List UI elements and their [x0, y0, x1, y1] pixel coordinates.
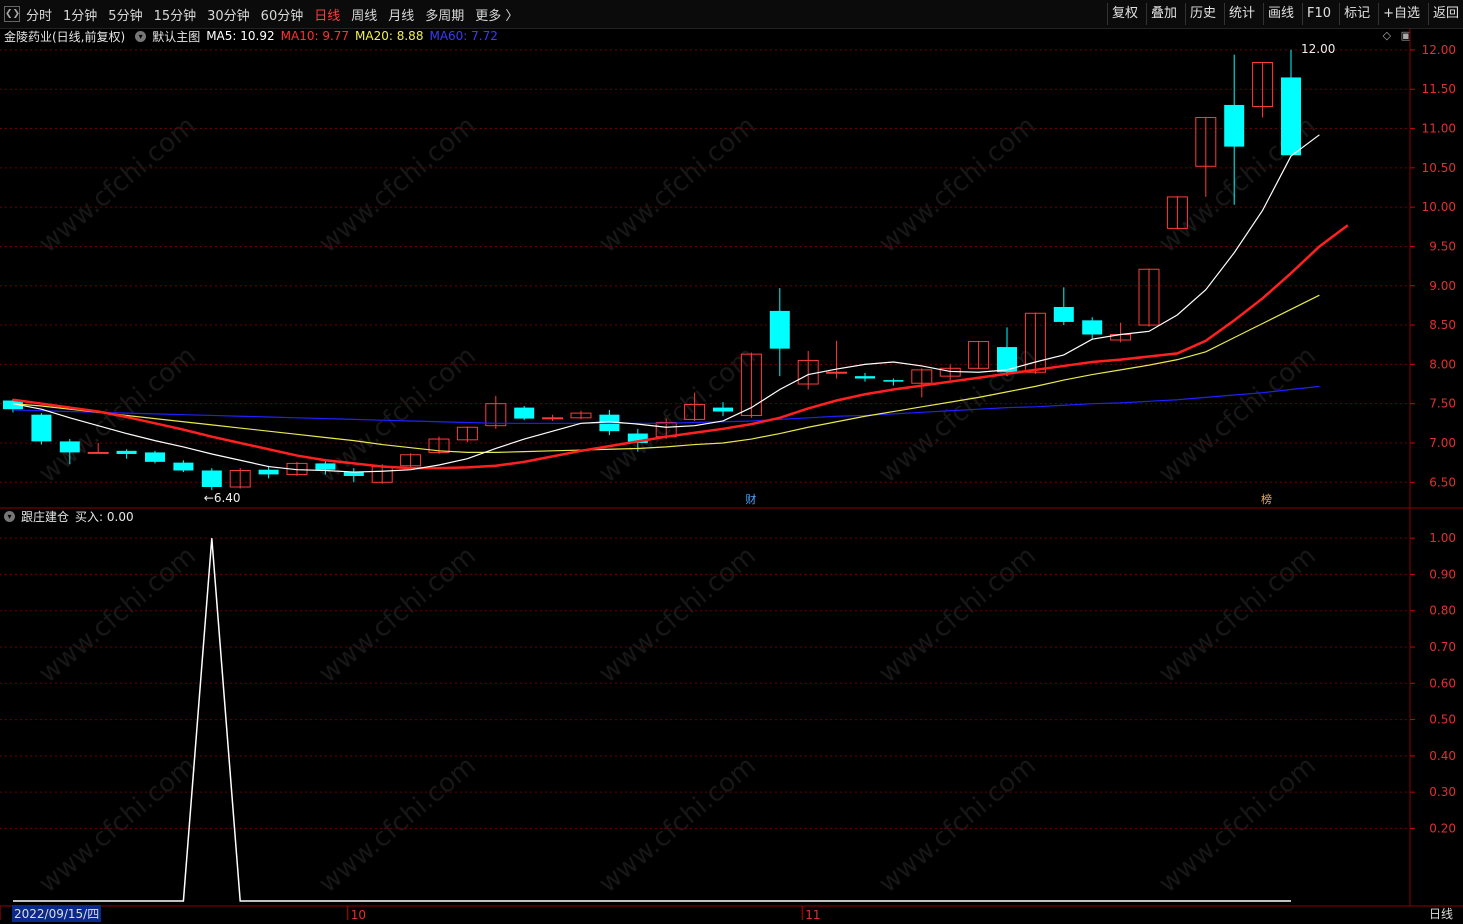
indicator-tick-label: 0.90 [1429, 567, 1456, 581]
candle-body-down [258, 469, 279, 475]
price-tick-label: 9.50 [1429, 239, 1456, 253]
candle-body-down [1053, 306, 1074, 322]
ma60-line [12, 385, 1320, 424]
candle-body-down [713, 407, 733, 412]
candle-body-down [883, 380, 904, 382]
indicator-tick-label: 0.50 [1429, 713, 1456, 727]
candle-body-down [31, 414, 52, 442]
ranking-marker: 榜 [1261, 492, 1272, 506]
indicator-tick-label: 0.70 [1429, 640, 1456, 654]
candle-body-down [116, 450, 137, 454]
candle-body-down [59, 441, 80, 453]
indicator-tick-label: 0.40 [1429, 749, 1456, 763]
indicator-tick-label: 0.20 [1429, 821, 1456, 835]
indicator-tick-label: 0.30 [1429, 785, 1456, 799]
candle-body-down [1224, 104, 1245, 147]
price-tick-label: 9.00 [1429, 279, 1456, 293]
indicator-line [13, 538, 1291, 902]
price-annotation: ←6.40 [204, 491, 241, 505]
date-cursor-label: 2022/09/15/四 [12, 905, 102, 922]
indicator-tick-label: 1.00 [1429, 531, 1456, 545]
candle-body-down [173, 462, 194, 471]
price-tick-label: 11.50 [1422, 82, 1456, 96]
price-tick-label: 7.00 [1429, 436, 1456, 450]
candle-body-down [201, 470, 222, 487]
kline-chart[interactable]: 6.50 7.00 7.50 8.00 8.50 9.00 9.50 10.00 10.50 11… [0, 0, 1463, 924]
candle-body-up [542, 417, 564, 420]
candle-body-down [1281, 77, 1301, 156]
price-annotation: 12.00 [1301, 42, 1335, 56]
time-tick-label: 11 [805, 908, 820, 922]
candle-body-down [855, 376, 875, 379]
price-tick-label: 8.00 [1429, 357, 1456, 371]
candle-body-down [145, 452, 165, 462]
time-tick-label: 10 [351, 908, 366, 922]
finance-marker: 财 [745, 492, 756, 506]
indicator-tick-label: 0.60 [1429, 676, 1456, 690]
ma10-line [12, 224, 1349, 470]
candle-body-up [826, 371, 848, 374]
price-tick-label: 7.50 [1429, 397, 1456, 411]
candle-body-down [315, 463, 336, 470]
price-tick-label: 10.00 [1422, 200, 1456, 214]
candle-body-down [514, 407, 535, 419]
price-tick-label: 6.50 [1429, 475, 1456, 489]
period-label: 日线 [1428, 907, 1453, 921]
price-tick-label: 11.00 [1422, 122, 1456, 136]
candle-body-down [769, 310, 790, 349]
price-tick-label: 8.50 [1429, 318, 1456, 332]
price-tick-label: 12.00 [1422, 43, 1456, 57]
candle-body-down [1082, 320, 1103, 335]
price-tick-label: 10.50 [1422, 161, 1456, 175]
candle-body-up [87, 451, 109, 454]
indicator-tick-label: 0.80 [1429, 604, 1456, 618]
